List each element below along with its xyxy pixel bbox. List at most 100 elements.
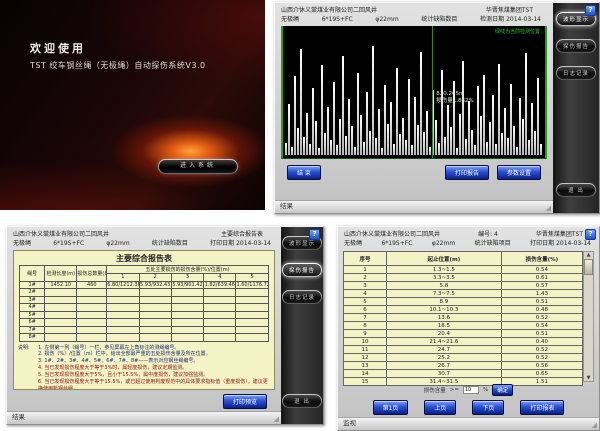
scroll-down-icon[interactable]: ▼ <box>587 375 591 381</box>
table-row[interactable]: 920.40.51 <box>344 330 583 338</box>
side-button-探伤报告[interactable]: 探伤报告 <box>282 263 322 277</box>
filter-value-input[interactable] <box>463 386 479 394</box>
table-row[interactable]: 1225.20.52 <box>344 354 583 362</box>
waveform-bar <box>438 143 440 155</box>
table-cell: 18.5 <box>387 322 502 330</box>
table-cell <box>236 304 268 312</box>
table-row[interactable]: 1326.70.56 <box>344 362 583 370</box>
waveform-bar <box>297 128 299 155</box>
table-row[interactable]: 818.50.54 <box>344 322 583 330</box>
table-cell <box>107 334 139 342</box>
table-cell: 25.2 <box>387 354 502 362</box>
table-row[interactable]: 23.3~3.50.61 <box>344 274 583 282</box>
table-cell <box>204 334 236 342</box>
resize-grip[interactable]: ◢ <box>592 421 597 429</box>
table-row[interactable]: 35.80.57 <box>344 282 583 290</box>
enter-system-button[interactable]: 进入系统 <box>158 159 238 174</box>
report-span-header: 五处主要损伤的损伤含量(%)/位置(m) <box>107 266 269 274</box>
action-button-结束[interactable]: 结 束 <box>287 165 321 180</box>
filter-apply-button[interactable]: 确定 <box>492 384 513 396</box>
waveform-bar <box>531 103 533 155</box>
table-cell <box>139 326 171 334</box>
table-cell: 12 <box>344 354 387 362</box>
report-sub-header: 3 <box>171 274 203 282</box>
waveform-plot[interactable]: 绿线为当前检测位置 820.265m 损伤量1.862% <box>281 26 547 159</box>
table-row: 6# <box>20 319 269 327</box>
exit-button[interactable]: 退 出 <box>282 394 322 408</box>
waveform-bar <box>498 64 500 155</box>
waveform-bar <box>480 116 482 155</box>
waveform-bar <box>420 52 422 155</box>
waveform-bar <box>426 111 428 155</box>
help-icon[interactable]: ? <box>585 5 596 16</box>
damage-filter: 损伤含量 >= % 确定 <box>338 382 599 397</box>
table-cell: 7# <box>20 326 45 334</box>
table-cell: 3.3~3.5 <box>387 274 502 282</box>
waveform-bar <box>324 133 326 155</box>
exit-button[interactable]: 退 出 <box>556 183 596 197</box>
table-cell: 26.7 <box>387 362 502 370</box>
table-row: 2# <box>20 289 269 297</box>
scroll-thumb[interactable] <box>584 259 593 275</box>
table-cell <box>236 296 268 304</box>
defect-col-header: 起止位置(m) <box>387 252 502 266</box>
waveform-bar <box>483 75 485 155</box>
table-cell <box>171 304 203 312</box>
waveform-bar <box>492 95 494 156</box>
table-cell: 1 <box>344 266 387 274</box>
table-cell <box>107 289 139 297</box>
table-cell <box>236 319 268 327</box>
waveform-bar <box>471 130 473 155</box>
table-cell <box>171 289 203 297</box>
table-cell: 0.61 <box>501 274 582 282</box>
help-icon[interactable]: ? <box>309 229 320 240</box>
scroll-up-icon[interactable]: ▲ <box>587 252 591 258</box>
waveform-bar <box>294 76 296 155</box>
nav-button-打印报表[interactable]: 打印报表 <box>520 400 564 415</box>
nav-button-上页[interactable]: 上页 <box>424 400 456 415</box>
table-cell: 10.1~10.3 <box>387 306 502 314</box>
table-cell: 6 <box>344 306 387 314</box>
enter-system-button-label: 进入系统 <box>159 160 237 173</box>
waveform-bar <box>396 68 398 155</box>
action-button-打印报告[interactable]: 打印报告 <box>445 165 489 180</box>
print-preview-button[interactable]: 打印预览 <box>223 394 267 409</box>
scrollbar[interactable]: ▲ ▼ <box>583 251 594 382</box>
action-button-参数设置[interactable]: 参数设置 <box>497 165 541 180</box>
table-row[interactable]: 1430.70.65 <box>344 370 583 378</box>
waveform-cursor-line[interactable] <box>432 26 433 158</box>
waveform-bar <box>537 78 539 155</box>
nav-button-下页[interactable]: 下页 <box>472 400 504 415</box>
table-row: 7# <box>20 326 269 334</box>
waveform-bar <box>306 113 308 155</box>
report-button-row: 打印预览 <box>7 391 281 411</box>
table-row[interactable]: 610.1~10.30.48 <box>344 306 583 314</box>
table-row[interactable]: 1124.70.52 <box>344 346 583 354</box>
waveform-bar <box>522 119 524 155</box>
notes-list: 1. 左侧第一列（绳号）一栏，参见屏幕左上角标注的测绳编号。2. 损伤（%）/位… <box>38 345 270 391</box>
help-icon[interactable]: ? <box>585 229 596 240</box>
side-button-日志记录[interactable]: 日志记录 <box>556 66 596 80</box>
table-cell: 0.65 <box>501 370 582 378</box>
waveform-bar <box>336 145 338 155</box>
table-cell <box>204 326 236 334</box>
waveform-bar <box>381 148 383 155</box>
resize-grip[interactable]: ◢ <box>546 204 551 212</box>
waveform-bar <box>468 101 470 155</box>
waveform-bar <box>513 126 515 155</box>
table-row[interactable]: 11.3~1.50.54 <box>344 266 583 274</box>
table-row[interactable]: 713.60.52 <box>344 314 583 322</box>
org-name: 华晋焦煤集团TST <box>536 230 583 239</box>
table-cell <box>204 311 236 319</box>
resize-grip[interactable]: ◢ <box>274 415 279 423</box>
splash-welcome-text: 欢迎使用 <box>30 40 86 56</box>
defects-status-bar: 监视◢ <box>338 417 599 430</box>
table-row[interactable]: 1021.4~21.60.40 <box>344 338 583 346</box>
waveform-bar <box>318 148 320 155</box>
table-row[interactable]: 47.3~7.51.43 <box>344 290 583 298</box>
table-cell <box>107 319 139 327</box>
side-button-日志记录[interactable]: 日志记录 <box>282 290 322 304</box>
side-button-探伤报告[interactable]: 探伤报告 <box>556 39 596 53</box>
table-row[interactable]: 58.90.51 <box>344 298 583 306</box>
nav-button-第1页[interactable]: 第1页 <box>373 400 409 415</box>
